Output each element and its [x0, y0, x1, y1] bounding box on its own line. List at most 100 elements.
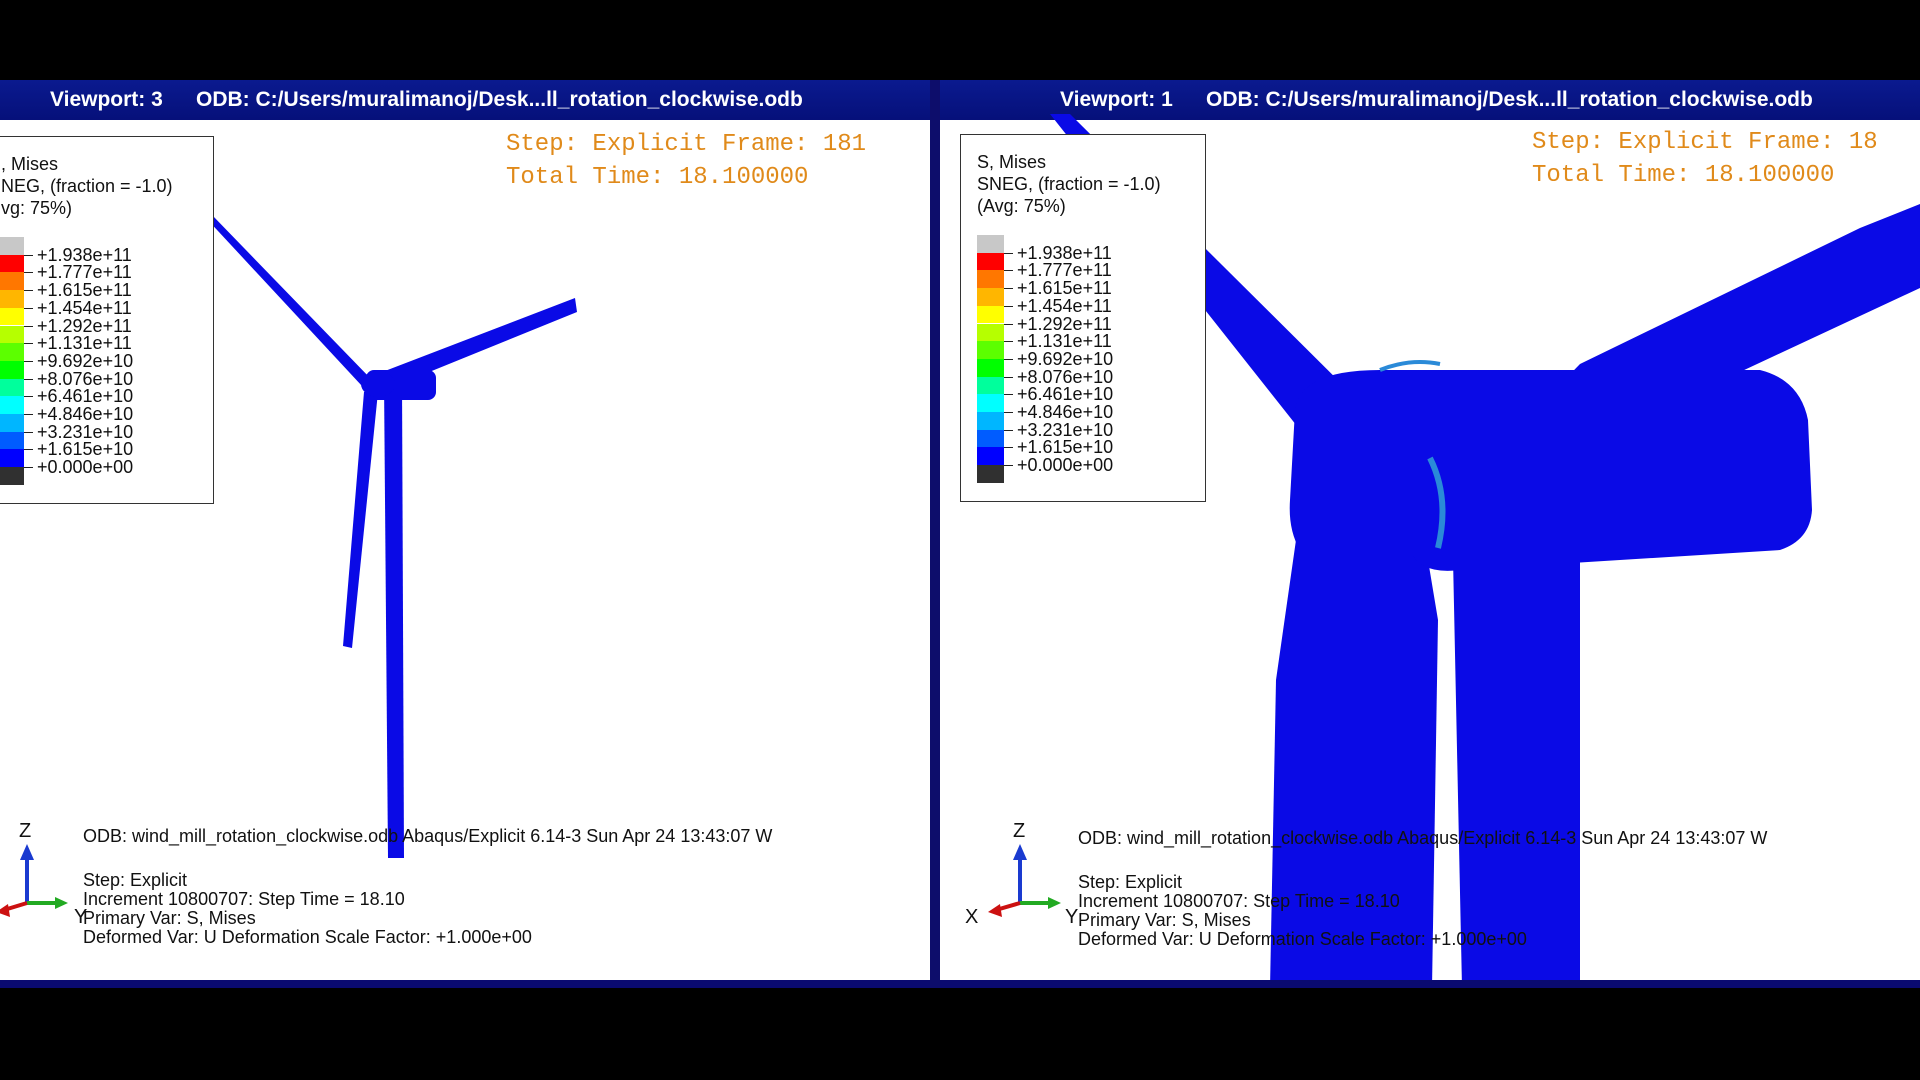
axis-y-label: Y [74, 906, 88, 928]
legend-tick [24, 378, 33, 380]
legend-tick [24, 307, 33, 309]
legend-value: +8.076e+10 [37, 368, 134, 389]
legend-swatch [977, 252, 1004, 271]
axis-x-label: X [965, 906, 979, 928]
viewport-separator [930, 80, 940, 988]
legend-swatch [977, 323, 1004, 342]
legend-title-line-1: S, Mises [977, 152, 1047, 172]
legend-title-line-2: SNEG, (fraction = -1.0) [977, 174, 1161, 194]
legend-tick [1004, 412, 1013, 413]
legend-tick [24, 396, 33, 398]
legend-swatch [977, 412, 1004, 430]
legend-swatch [977, 447, 1004, 466]
legend-tick [1004, 376, 1013, 378]
viewport-1-state-block: Step: Explicit Frame: 18 Total Time: 18.… [1532, 126, 1878, 192]
legend-swatch [0, 325, 24, 344]
axis-y-label: Y [1065, 906, 1079, 928]
legend-value: +1.777e+11 [37, 262, 132, 283]
legend-value: +1.615e+10 [37, 439, 134, 460]
info-primary-var-line: Primary Var: S, Mises [83, 908, 256, 928]
legend-value: +1.615e+11 [1017, 278, 1112, 299]
viewport-1-bottom-border [940, 980, 1920, 988]
viewport-3-legend[interactable]: , Mises NEG, (fraction = -1.0) vg: 75%) … [0, 136, 214, 504]
legend-value: +1.131e+11 [1017, 331, 1112, 352]
viewport-1-legend[interactable]: S, Mises SNEG, (fraction = -1.0) (Avg: 7… [960, 134, 1206, 502]
legend-title-line-3: vg: 75%) [1, 198, 73, 218]
legend-value: +3.231e+10 [37, 421, 134, 442]
viewport-3-bottom-border [0, 980, 930, 988]
legend-swatch [0, 414, 24, 432]
legend-value: +6.461e+10 [1017, 384, 1114, 405]
info-deformed-var-line: Deformed Var: U Deformation Scale Factor… [83, 927, 532, 947]
legend-tick [24, 254, 33, 256]
legend-title-line-3: (Avg: 75%) [977, 196, 1066, 216]
legend-tick [24, 290, 33, 292]
legend-swatch [0, 290, 24, 308]
viewport-3-info-block: ODB: wind_mill_rotation_clockwise.odb Ab… [83, 826, 923, 956]
info-step-line: Step: Explicit [83, 870, 188, 890]
legend-tick [1004, 288, 1013, 290]
viewport-3-step-frame: Step: Explicit Frame: 181 [506, 131, 867, 158]
axis-z-label: Z [1013, 820, 1026, 842]
legend-value: +1.938e+11 [37, 244, 132, 265]
legend-swatch [0, 237, 24, 255]
legend-tick [1004, 305, 1013, 307]
info-odb-line: ODB: wind_mill_rotation_clockwise.odb Ab… [1078, 828, 1768, 848]
legend-tick [1004, 465, 1013, 467]
legend-value: +0.000e+00 [37, 457, 134, 478]
legend-value: +1.292e+11 [1017, 313, 1112, 334]
legend-value: +8.076e+10 [1017, 366, 1114, 387]
axis-z-label: Z [19, 820, 32, 842]
legend-tick [24, 272, 33, 274]
legend-swatch [977, 270, 1004, 289]
legend-swatch [977, 288, 1004, 306]
legend-tick [1004, 341, 1013, 343]
legend-tick [24, 467, 33, 469]
viewport-1[interactable]: Viewport: 1 ODB: C:/Users/muralimanoj/De… [940, 80, 1920, 988]
info-deformed-var-line: Deformed Var: U Deformation Scale Factor… [1078, 929, 1527, 949]
legend-value: +4.846e+10 [37, 404, 134, 424]
legend-swatch [0, 431, 24, 450]
viewport-3-axis-triad [0, 844, 68, 917]
legend-swatch [977, 341, 1004, 359]
viewport-1-total-time: Total Time: 18.100000 [1532, 162, 1835, 189]
legend-swatch [0, 378, 24, 397]
tower-shape [384, 380, 404, 858]
legend-tick [1004, 394, 1013, 396]
legend-title-line-2: NEG, (fraction = -1.0) [1, 176, 173, 196]
legend-swatch [0, 467, 24, 485]
legend-tick [24, 449, 33, 451]
legend-value: +1.615e+10 [1017, 437, 1114, 458]
legend-value: +9.692e+10 [1017, 348, 1114, 369]
legend-swatch [977, 394, 1004, 412]
info-increment-line: Increment 10800707: Step Time = 18.10 [1078, 891, 1400, 911]
info-odb-line: ODB: wind_mill_rotation_clockwise.odb Ab… [83, 826, 773, 846]
legend-tick [24, 431, 33, 433]
legend-value: +6.461e+10 [37, 386, 134, 407]
legend-tick [1004, 323, 1013, 325]
legend-tick [24, 343, 33, 345]
legend-tick [1004, 447, 1013, 449]
viewport-3-state-block: Step: Explicit Frame: 181 Total Time: 18… [506, 128, 866, 194]
blade-lower [343, 392, 378, 648]
viewport-1-step-frame: Step: Explicit Frame: 18 [1532, 129, 1878, 156]
legend-swatch [977, 305, 1004, 324]
info-step-line: Step: Explicit [1078, 872, 1183, 892]
viewport-3[interactable]: Viewport: 3 ODB: C:/Users/muralimanoj/De… [0, 80, 930, 988]
legend-tick [1004, 270, 1013, 272]
hub-shape [361, 371, 395, 397]
legend-value: +1.615e+11 [37, 280, 132, 301]
legend-tick [24, 360, 33, 362]
legend-tick [1004, 358, 1013, 360]
legend-swatch [0, 343, 24, 361]
legend-tick [24, 325, 33, 327]
legend-value: +1.131e+11 [37, 333, 132, 354]
legend-value: +1.938e+11 [1017, 242, 1112, 263]
legend-tick [24, 414, 33, 415]
legend-title-line-1: , Mises [1, 154, 59, 174]
legend-swatch [0, 449, 24, 468]
legend-swatch [977, 358, 1004, 377]
legend-swatch [977, 376, 1004, 395]
legend-value: +1.454e+11 [37, 297, 132, 318]
viewport-3-total-time: Total Time: 18.100000 [506, 164, 809, 191]
